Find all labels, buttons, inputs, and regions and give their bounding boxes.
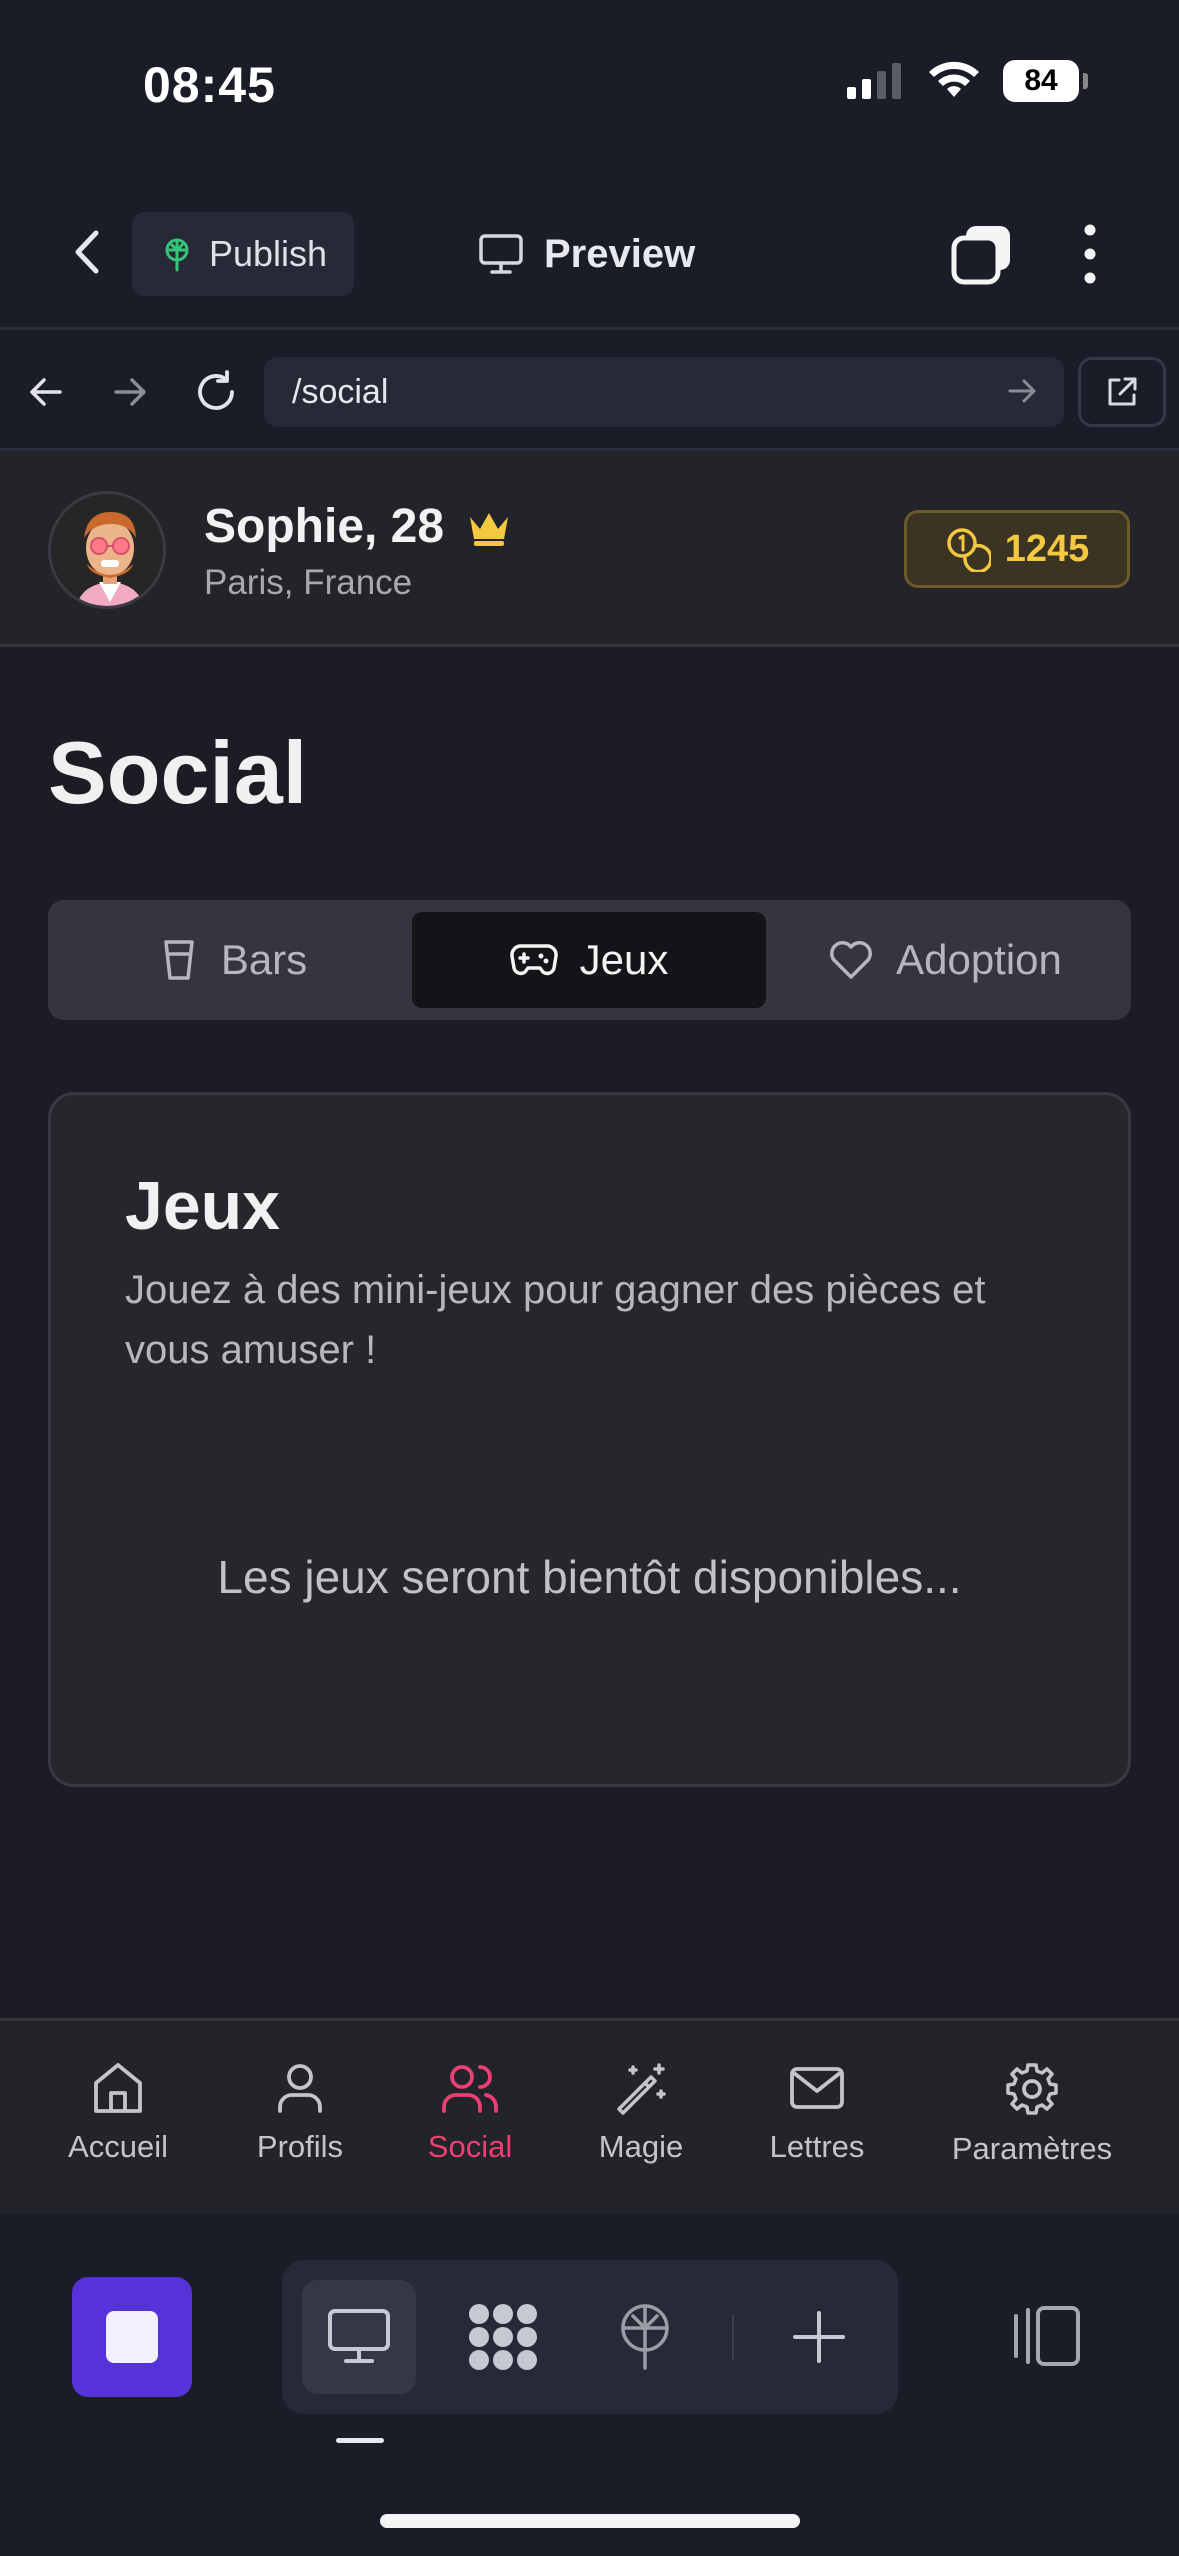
preview-label: Preview [544, 231, 696, 276]
tab-jeux[interactable]: Jeux [412, 912, 766, 1008]
nav-item-profils[interactable]: Profils [252, 2061, 348, 2165]
sidebar-panel-icon [1014, 2306, 1080, 2366]
browser-forward-button[interactable] [98, 360, 162, 424]
profile-header: Sophie, 28 Paris, France 1245 [0, 451, 1179, 647]
profile-name: Sophie, 28 [204, 499, 512, 554]
tab-adoption[interactable]: Adoption [772, 912, 1118, 1008]
preview-button[interactable]: Preview [478, 222, 695, 286]
url-text: /social [292, 372, 389, 411]
publish-label: Publish [208, 233, 328, 274]
avatar-image [51, 494, 163, 606]
empty-state-message: Les jeux seront bientôt disponibles... [217, 1551, 962, 1603]
home-icon [94, 2063, 142, 2113]
bottom-navigation: Accueil Profils Social Magie Lettres Par… [0, 2018, 1179, 2214]
home-indicator[interactable] [380, 2514, 800, 2528]
back-button[interactable] [58, 222, 118, 282]
monitor-icon [328, 2309, 390, 2363]
monitor-icon [479, 234, 523, 274]
mail-icon [790, 2067, 844, 2109]
status-indicators: 84 [845, 60, 1088, 102]
toolbar-divider [732, 2314, 734, 2360]
arrow-right-icon [114, 378, 146, 406]
user-icon [278, 2064, 322, 2113]
tabs-switcher-button[interactable] [950, 222, 1014, 286]
url-input[interactable]: /social [264, 357, 1064, 427]
crown-icon [470, 512, 509, 546]
open-external-button[interactable] [1078, 357, 1166, 427]
panel-toggle-button[interactable] [1008, 2304, 1084, 2368]
page-title: Social [48, 723, 308, 822]
nav-label: Accueil [68, 2129, 168, 2164]
tab-label: Adoption [896, 936, 1062, 983]
canvas-mode-button[interactable] [446, 2280, 560, 2394]
tab-label: Bars [220, 936, 308, 983]
stop-icon [106, 2311, 158, 2363]
coins-badge[interactable]: 1245 [904, 510, 1130, 588]
active-mode-indicator [336, 2438, 384, 2443]
more-options-button[interactable] [1072, 222, 1108, 286]
battery-level: 84 [1024, 64, 1058, 97]
preview-mode-button[interactable] [302, 2280, 416, 2394]
nav-item-parametres[interactable]: Paramètres [948, 2061, 1116, 2167]
browser-bar: /social [0, 333, 1179, 451]
nav-item-magie[interactable]: Magie [596, 2061, 686, 2165]
wifi-icon [929, 61, 979, 97]
battery-indicator: 84 [1003, 60, 1088, 102]
profile-name-text: Sophie, 28 [204, 500, 445, 553]
coins-count: 1245 [1004, 527, 1090, 570]
nav-item-social[interactable]: Social [424, 2061, 516, 2165]
browser-reload-button[interactable] [184, 360, 248, 424]
more-vertical-icon [1084, 224, 1096, 284]
blob-grid-icon [469, 2304, 537, 2370]
plus-icon [793, 2311, 845, 2363]
app-header: Publish Preview [0, 170, 1179, 330]
tab-label: Jeux [579, 936, 669, 983]
nav-label: Magie [598, 2129, 684, 2164]
status-bar: 08:45 84 [0, 0, 1179, 170]
go-arrow-icon[interactable] [1002, 371, 1042, 411]
coins-icon [946, 528, 991, 572]
social-tabs: Bars Jeux Adoption [48, 900, 1131, 1020]
gear-icon [1006, 2063, 1058, 2115]
add-button[interactable] [762, 2280, 876, 2394]
tab-bars[interactable]: Bars [60, 912, 406, 1008]
nav-label: Lettres [769, 2129, 865, 2164]
avatar[interactable] [48, 491, 166, 609]
glass-icon [164, 940, 194, 980]
heart-icon [830, 941, 873, 979]
reload-icon [198, 370, 234, 410]
nav-item-accueil[interactable]: Accueil [65, 2061, 171, 2165]
magic-wand-icon [617, 2063, 666, 2115]
publish-mode-button[interactable] [588, 2280, 702, 2394]
publish-icon [165, 238, 189, 272]
browser-back-button[interactable] [14, 360, 78, 424]
card-description: Jouez à des mini-jeux pour gagner des pi… [125, 1268, 986, 1372]
publish-button[interactable]: Publish [132, 212, 354, 296]
games-card: Jeux Jouez à des mini-jeux pour gagner d… [48, 1092, 1131, 1787]
publish-icon [621, 2304, 669, 2370]
dev-toolbar [0, 2214, 1179, 2556]
status-time: 08:45 [143, 57, 276, 113]
users-icon [442, 2065, 498, 2113]
profile-location: Paris, France [204, 563, 413, 602]
arrow-left-icon [30, 378, 62, 406]
cellular-signal-icon [847, 63, 901, 99]
card-title: Jeux [125, 1168, 280, 1244]
stacked-squares-icon [951, 226, 1010, 285]
nav-item-lettres[interactable]: Lettres [766, 2061, 868, 2165]
external-link-icon [1108, 377, 1137, 406]
chevron-left-icon [75, 230, 99, 274]
nav-label: Social [427, 2129, 513, 2164]
nav-label: Paramètres [951, 2131, 1113, 2166]
gamepad-icon [509, 944, 558, 976]
view-mode-group [282, 2260, 898, 2414]
stop-button[interactable] [72, 2277, 192, 2397]
nav-label: Profils [256, 2129, 344, 2164]
